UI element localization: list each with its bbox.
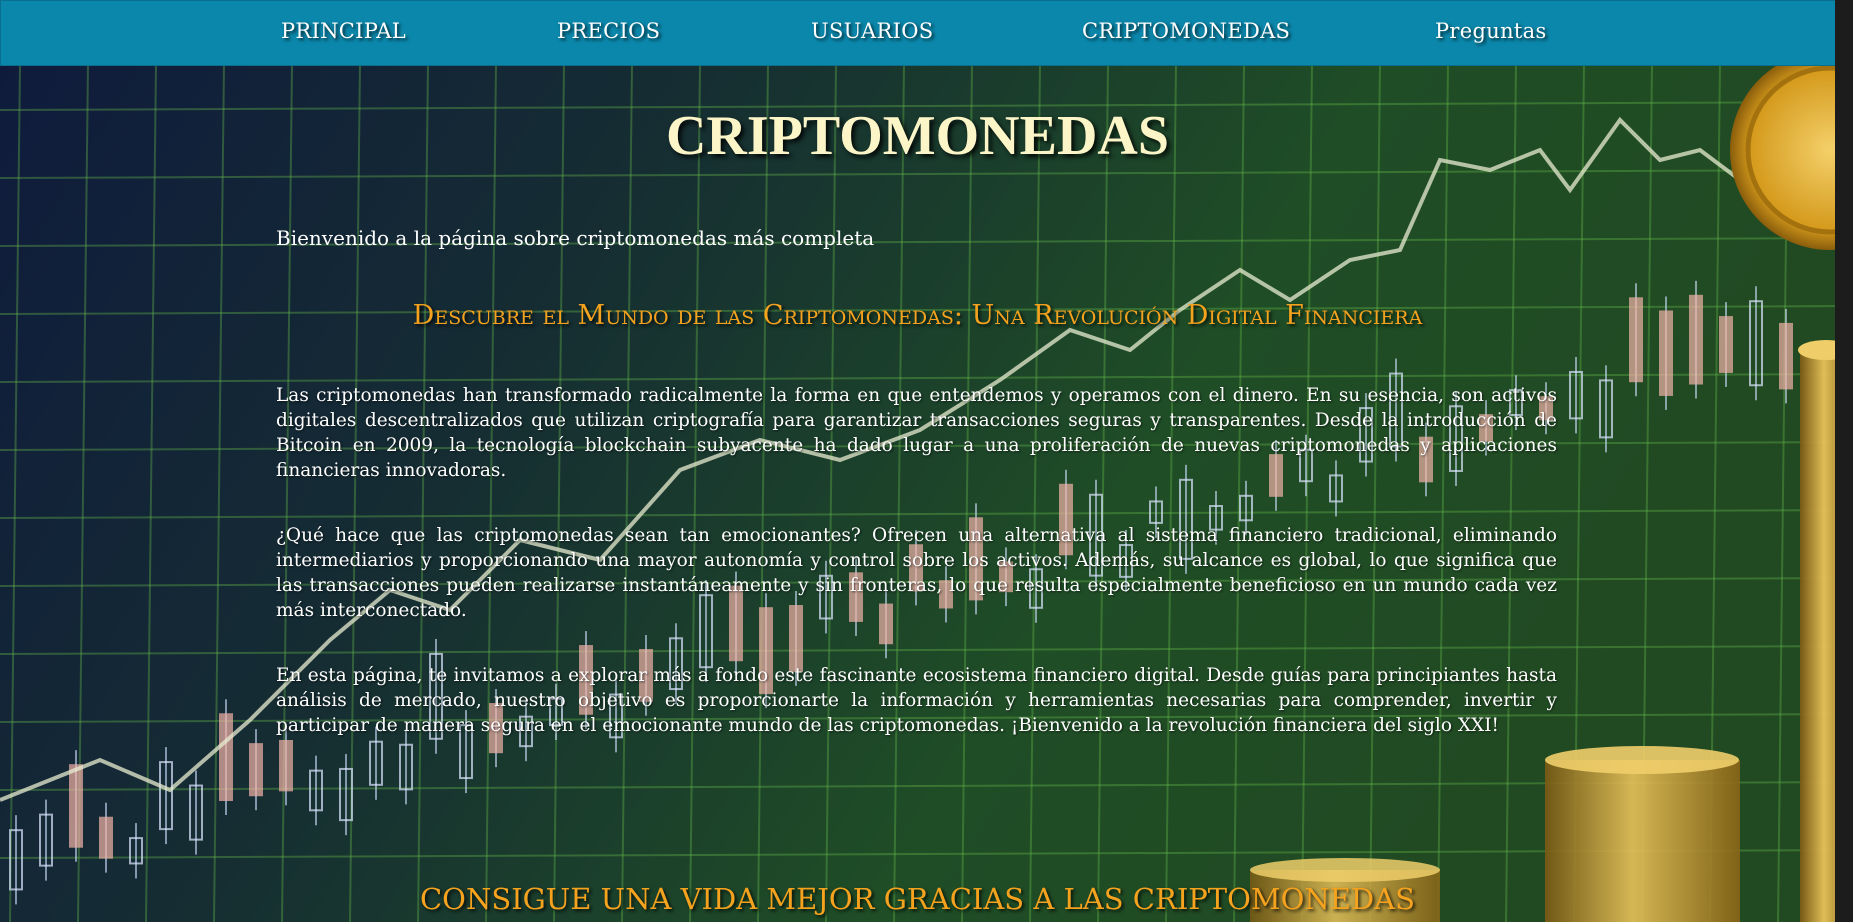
nav-item-principal[interactable]: PRINCIPAL (281, 19, 406, 43)
page-title: CRIPTOMONEDAS (665, 105, 1169, 167)
welcome-text: Bienvenido a la página sobre criptomoned… (276, 226, 875, 250)
invitation-paragraph: En esta página, te invitamos a explorar … (276, 665, 1557, 736)
nav-item-usuarios[interactable]: USUARIOS (811, 19, 933, 43)
top-navbar: PRINCIPAL PRECIOS USUARIOS CRIPTOMONEDAS… (0, 0, 1837, 66)
benefits-paragraph: ¿Qué hace que las criptomonedas sean tan… (276, 525, 1557, 621)
intro-paragraph: Las criptomonedas han transformado radic… (276, 385, 1557, 481)
window-edge-scrollbar[interactable] (1835, 0, 1853, 922)
nav-item-precios[interactable]: PRECIOS (557, 19, 660, 43)
section-subtitle: Descubre el Mundo de las Criptomonedas: … (412, 300, 1423, 331)
main-content: CRIPTOMONEDAS Bienvenido a la página sob… (0, 0, 1853, 922)
nav-item-criptomonedas[interactable]: CRIPTOMONEDAS (1082, 19, 1290, 43)
nav-item-preguntas[interactable]: Preguntas (1435, 19, 1547, 43)
better-life-heading: CONSIGUE UNA VIDA MEJOR GRACIAS A LAS CR… (419, 882, 1415, 916)
